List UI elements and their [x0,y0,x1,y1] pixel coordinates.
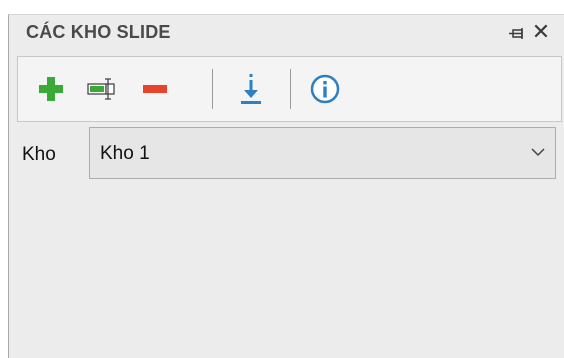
panel-title: CÁC KHO SLIDE [26,22,171,42]
remove-button[interactable] [137,71,173,107]
panel-titlebar: CÁC KHO SLIDE ✕ [9,15,564,49]
toolbar-separator [290,69,291,109]
info-button[interactable] [307,71,343,107]
library-select[interactable]: Kho 1 [89,127,556,179]
toolbar-separator [212,69,213,109]
download-button[interactable] [233,71,269,107]
rename-button[interactable] [84,71,120,107]
close-icon: ✕ [531,19,551,44]
toolbar [17,56,562,122]
library-select-value: Kho 1 [100,143,150,164]
add-icon [39,77,63,101]
remove-icon [143,85,167,93]
chevron-down-icon [531,148,545,157]
rename-icon [87,78,115,100]
slide-library-panel: CÁC KHO SLIDE ✕ [8,14,564,358]
pin-icon [509,28,523,39]
download-icon [241,74,261,104]
close-button[interactable]: ✕ [531,19,551,44]
info-icon [310,74,340,104]
add-button[interactable] [33,71,69,107]
pin-button[interactable] [509,27,525,39]
library-label: Kho [22,144,56,165]
